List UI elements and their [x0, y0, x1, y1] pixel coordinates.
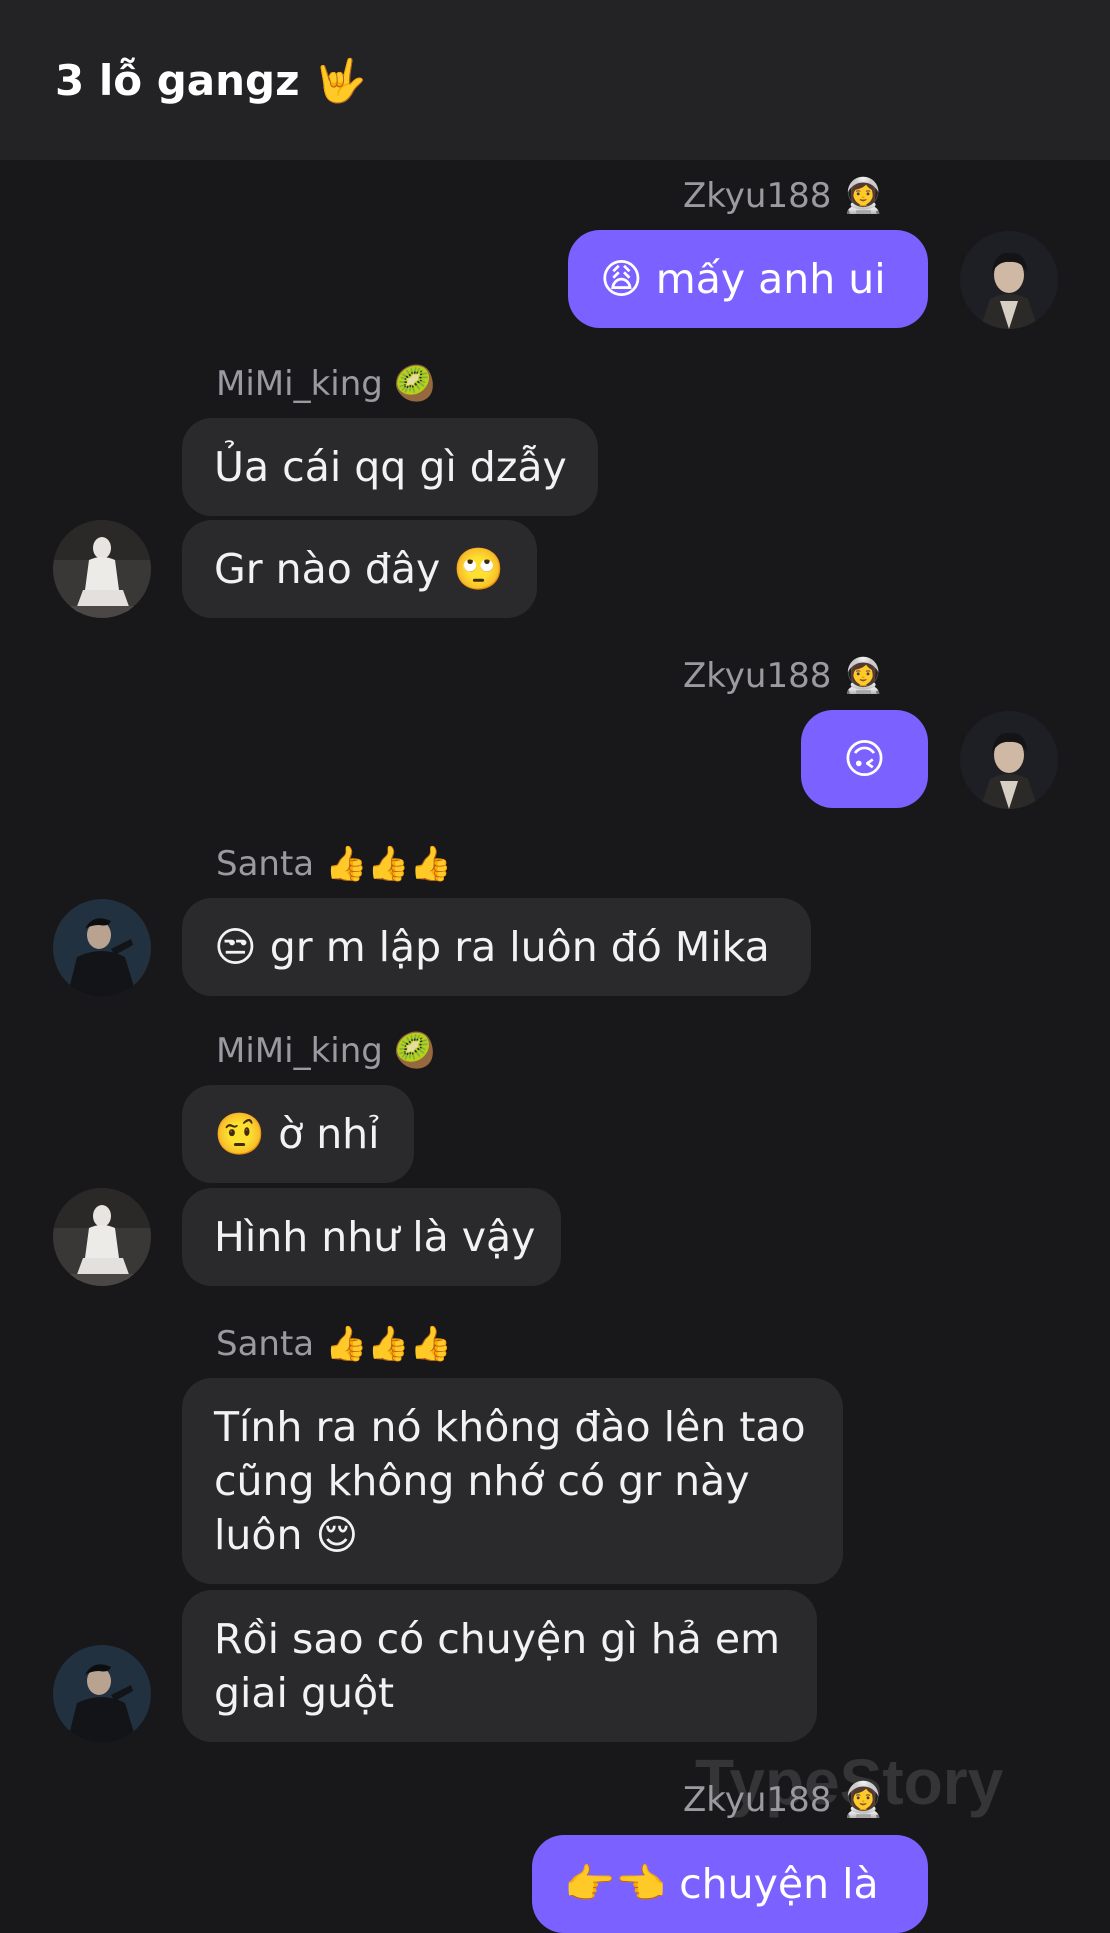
chat-header: 3 lỗ gangz 🤟: [0, 0, 1110, 160]
message-bubble-incoming[interactable]: 🤨 ờ nhỉ: [182, 1085, 414, 1183]
avatar-santa[interactable]: [53, 899, 151, 997]
sender-name: Zkyu188 👩‍🚀: [683, 176, 885, 216]
sender-name: Santa 👍👍👍: [216, 1324, 452, 1364]
avatar-mimi-king[interactable]: [53, 520, 151, 618]
message-bubble-outgoing[interactable]: 🙃: [801, 710, 928, 808]
message-bubble-incoming[interactable]: Hình như là vậy: [182, 1188, 561, 1286]
avatar-santa[interactable]: [53, 1645, 151, 1743]
sender-name: Zkyu188 👩‍🚀: [683, 1780, 885, 1820]
sender-name: MiMi_king 🥝: [216, 364, 436, 404]
message-bubble-incoming[interactable]: Tính ra nó không đào lên tao cũng không …: [182, 1378, 843, 1584]
message-bubble-incoming[interactable]: Gr nào đây 🙄: [182, 520, 537, 618]
sender-name: MiMi_king 🥝: [216, 1031, 436, 1071]
group-title[interactable]: 3 lỗ gangz 🤟: [55, 56, 366, 106]
sender-name: Santa 👍👍👍: [216, 844, 452, 884]
message-bubble-incoming[interactable]: Rồi sao có chuyện gì hả em giai guột: [182, 1590, 817, 1742]
avatar-zkyu188[interactable]: [960, 711, 1058, 809]
message-bubble-outgoing[interactable]: 👉👈 chuyện là: [532, 1835, 928, 1933]
sender-name: Zkyu188 👩‍🚀: [683, 656, 885, 696]
message-bubble-incoming[interactable]: Ủa cái qq gì dzẫy: [182, 418, 598, 516]
avatar-mimi-king[interactable]: [53, 1188, 151, 1286]
avatar-zkyu188[interactable]: [960, 231, 1058, 329]
message-bubble-incoming[interactable]: 😒 gr m lập ra luôn đó Mika: [182, 898, 811, 996]
message-bubble-outgoing[interactable]: 😩 mấy anh ui: [568, 230, 928, 328]
